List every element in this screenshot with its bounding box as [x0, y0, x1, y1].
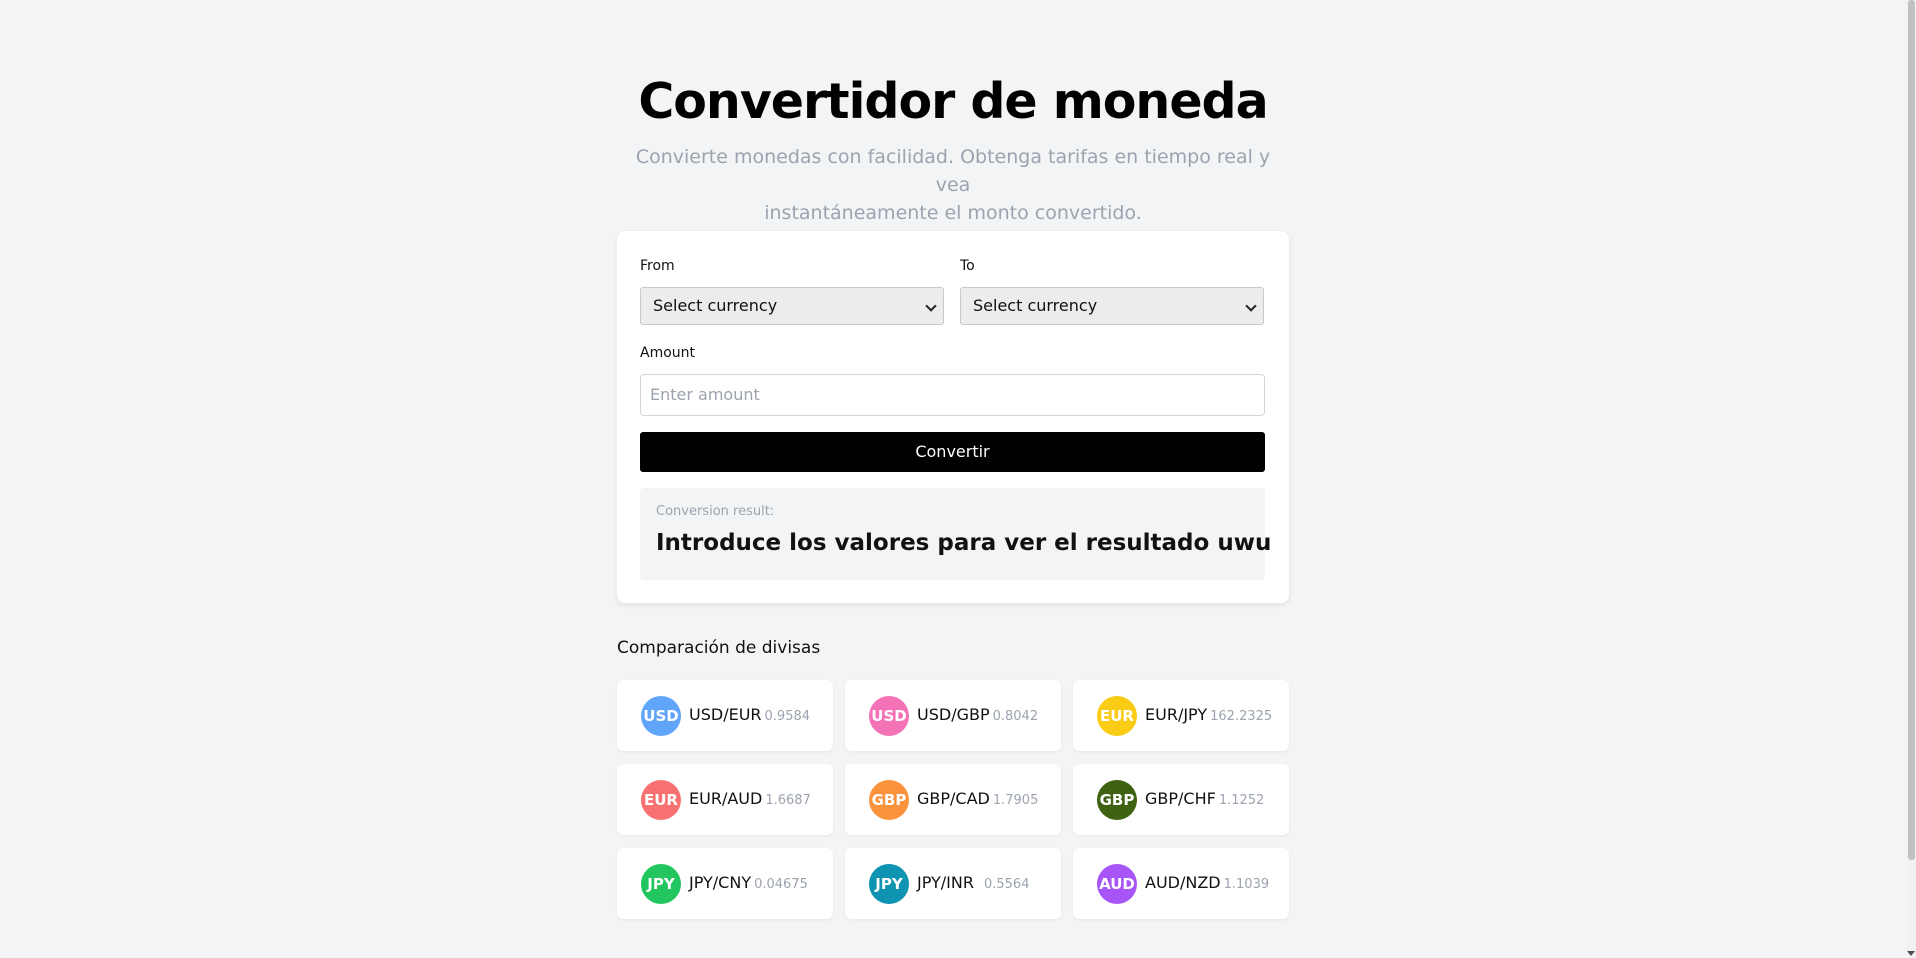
pair-card-jpy-cny[interactable]: JPY JPY/CNY 0.04675 [617, 848, 833, 919]
pair-name: USD/GBP [917, 705, 990, 724]
amount-label: Amount [640, 345, 696, 361]
to-label: To [960, 258, 975, 274]
currency-badge: EUR [641, 780, 681, 820]
conversion-result-box: Conversion result: Introduce los valores… [640, 488, 1271, 580]
from-currency-select[interactable]: Select currency [640, 287, 944, 325]
amount-input[interactable]: Enter amount [640, 374, 1265, 416]
converter-card: From Select currency To Select currency … [617, 231, 1289, 603]
pair-rate: 0.04675 [754, 877, 808, 892]
pair-card-usd-eur[interactable]: USD USD/EUR 0.9584 [617, 680, 833, 751]
pair-rate: 0.5564 [983, 877, 1030, 892]
pair-rate: 1.6687 [765, 793, 811, 808]
pair-rate: 1.7905 [992, 793, 1039, 808]
convert-button[interactable]: Convertir [640, 432, 1265, 472]
page: Convertidor de moneda Convierte monedas … [0, 0, 1916, 958]
pair-name: USD/EUR [689, 705, 762, 724]
amount-placeholder: Enter amount [650, 385, 760, 404]
pair-name: JPY/CNY [689, 873, 752, 892]
scroll-down-arrow-icon[interactable] [1907, 951, 1915, 956]
pair-rate: 0.8042 [992, 709, 1039, 724]
chevron-down-icon [1245, 300, 1257, 312]
pair-card-eur-jpy[interactable]: EUR EUR/JPY 162.2325 [1073, 680, 1289, 751]
comparison-title: Comparación de divisas [617, 638, 821, 658]
pair-rate: 1.1252 [1218, 793, 1265, 808]
currency-badge: GBP [869, 780, 909, 820]
pair-name: AUD/NZD [1145, 873, 1221, 892]
to-currency-select[interactable]: Select currency [960, 287, 1264, 325]
subtitle-line-2: instantáneamente el monto convertido. [764, 202, 1142, 224]
pair-card-eur-aud[interactable]: EUR EUR/AUD 1.6687 [617, 764, 833, 835]
currency-badge: JPY [869, 864, 909, 904]
from-label: From [640, 258, 675, 274]
currency-badge: USD [641, 696, 681, 736]
currency-badge: EUR [1097, 696, 1137, 736]
currency-badge: JPY [641, 864, 681, 904]
conversion-result-text: Introduce los valores para ver el result… [656, 530, 1272, 556]
pair-name: EUR/JPY [1145, 705, 1208, 724]
conversion-result-label: Conversion result: [656, 504, 775, 519]
pair-rate: 0.9584 [764, 709, 811, 724]
currency-badge: GBP [1097, 780, 1137, 820]
page-subtitle: Convierte monedas con facilidad. Obtenga… [617, 143, 1289, 227]
pair-rate: 162.2325 [1210, 709, 1273, 724]
pair-card-gbp-chf[interactable]: GBP GBP/CHF 1.1252 [1073, 764, 1289, 835]
pair-card-aud-nzd[interactable]: AUD AUD/NZD 1.1039 [1073, 848, 1289, 919]
subtitle-line-1: Convierte monedas con facilidad. Obtenga… [635, 146, 1271, 196]
pair-name: GBP/CAD [917, 789, 990, 808]
chevron-down-icon [925, 300, 937, 312]
pair-card-usd-gbp[interactable]: USD USD/GBP 0.8042 [845, 680, 1061, 751]
scrollbar-thumb[interactable] [1908, 0, 1915, 860]
pair-rate: 1.1039 [1223, 877, 1270, 892]
pair-name: GBP/CHF [1145, 789, 1216, 808]
page-scrollbar[interactable] [1907, 0, 1916, 958]
to-currency-value: Select currency [973, 296, 1098, 315]
currency-badge: AUD [1097, 864, 1137, 904]
page-title: Convertidor de moneda [638, 73, 1268, 130]
pair-name: JPY/INR [917, 873, 974, 892]
pair-card-jpy-inr[interactable]: JPY JPY/INR 0.5564 [845, 848, 1061, 919]
pair-name: EUR/AUD [689, 789, 763, 808]
currency-badge: USD [869, 696, 909, 736]
from-currency-value: Select currency [653, 296, 778, 315]
pair-card-gbp-cad[interactable]: GBP GBP/CAD 1.7905 [845, 764, 1061, 835]
